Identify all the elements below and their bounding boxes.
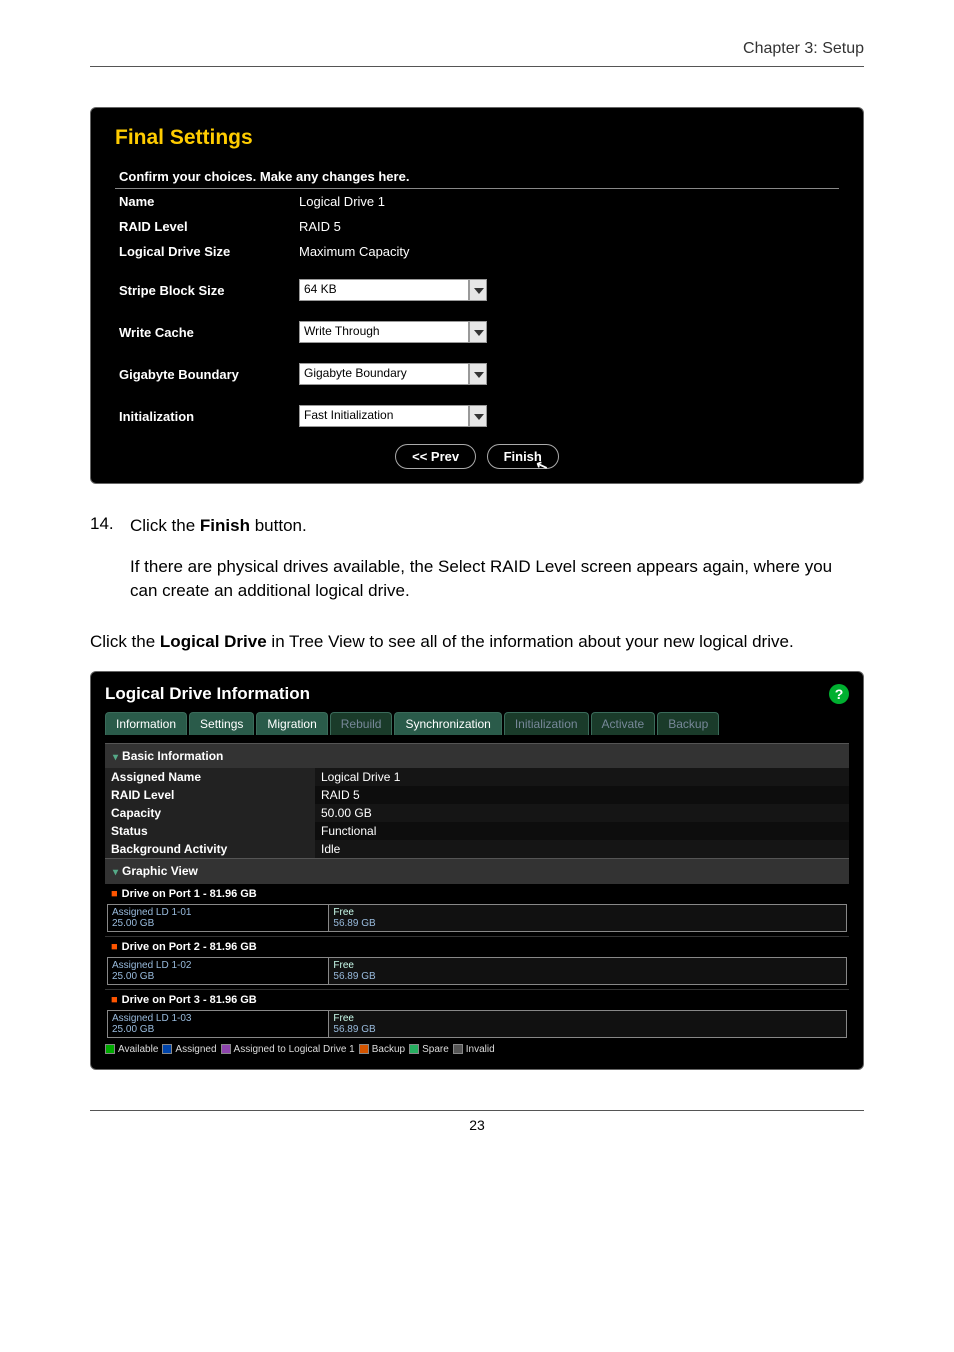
write-cache-value: Write Through xyxy=(299,321,469,343)
bg-activity-label: Background Activity xyxy=(105,840,315,858)
tab-migration[interactable]: Migration xyxy=(256,712,327,735)
disk-icon: ■ xyxy=(111,994,118,1006)
disk-icon: ■ xyxy=(111,941,118,953)
assigned-name-value: Logical Drive 1 xyxy=(315,768,849,786)
basic-info-header: ▾Basic Information xyxy=(105,743,849,768)
legend-invalid: Invalid xyxy=(453,1044,495,1055)
drive-port-2-bar: Assigned LD 1-0225.00 GB Free56.89 GB xyxy=(107,957,847,985)
drive-port-3-bar: Assigned LD 1-0325.00 GB Free56.89 GB xyxy=(107,1010,847,1038)
stripe-block-size-value: 64 KB xyxy=(299,279,469,301)
tree-view-note: Click the Logical Drive in Tree View to … xyxy=(90,630,864,655)
page-number: 23 xyxy=(90,1110,864,1133)
write-cache-label: Write Cache xyxy=(115,316,295,348)
chapter-header: Chapter 3: Setup xyxy=(90,40,864,67)
final-settings-title: Final Settings xyxy=(115,126,839,150)
finish-button[interactable]: Finish ↖ xyxy=(487,444,559,469)
final-settings-panel: Final Settings Confirm your choices. Mak… xyxy=(90,107,864,484)
drive-1-free-segment: Free56.89 GB xyxy=(329,905,846,931)
step-14-line2: If there are physical drives available, … xyxy=(130,555,864,604)
raid-level-label: RAID Level xyxy=(115,214,295,239)
assigned-name-label: Assigned Name xyxy=(105,768,315,786)
raid-level-info-value: RAID 5 xyxy=(315,786,849,804)
help-icon[interactable]: ? xyxy=(829,684,849,704)
drive-1-assigned-segment: Assigned LD 1-0125.00 GB xyxy=(108,905,329,931)
tab-activate: Activate xyxy=(591,712,656,735)
initialization-value: Fast Initialization xyxy=(299,405,469,427)
drive-port-3-header: ■Drive on Port 3 - 81.96 GB xyxy=(105,989,849,1010)
raid-level-value: RAID 5 xyxy=(295,214,839,239)
logical-drive-size-value: Maximum Capacity xyxy=(295,239,839,264)
tab-settings[interactable]: Settings xyxy=(189,712,254,735)
legend-assigned: Assigned xyxy=(162,1044,216,1055)
initialization-label: Initialization xyxy=(115,400,295,432)
legend-available: Available xyxy=(105,1044,158,1055)
basic-info-table: Assigned NameLogical Drive 1 RAID LevelR… xyxy=(105,768,849,858)
drive-port-2-header: ■Drive on Port 2 - 81.96 GB xyxy=(105,936,849,957)
legend-assigned-ld1: Assigned to Logical Drive 1 xyxy=(221,1044,355,1055)
drive-port-1-header: ■Drive on Port 1 - 81.96 GB xyxy=(105,883,849,904)
drive-2-assigned-segment: Assigned LD 1-0225.00 GB xyxy=(108,958,329,984)
logical-drive-size-label: Logical Drive Size xyxy=(115,239,295,264)
name-label: Name xyxy=(115,189,295,215)
legend: Available Assigned Assigned to Logical D… xyxy=(105,1044,849,1055)
cursor-icon: ↖ xyxy=(534,456,551,476)
final-settings-subtitle: Confirm your choices. Make any changes h… xyxy=(115,164,839,189)
graphic-view-header: ▾Graphic View xyxy=(105,858,849,883)
drive-2-free-segment: Free56.89 GB xyxy=(329,958,846,984)
ldi-tabs: Information Settings Migration Rebuild S… xyxy=(105,712,849,735)
tab-information[interactable]: Information xyxy=(105,712,187,735)
ldi-title: Logical Drive Information xyxy=(105,684,310,704)
capacity-label: Capacity xyxy=(105,804,315,822)
gigabyte-boundary-label: Gigabyte Boundary xyxy=(115,358,295,390)
gigabyte-boundary-select[interactable]: Gigabyte Boundary xyxy=(299,363,487,385)
prev-button[interactable]: << Prev xyxy=(395,444,476,469)
gigabyte-boundary-value: Gigabyte Boundary xyxy=(299,363,469,385)
drive-3-assigned-segment: Assigned LD 1-0325.00 GB xyxy=(108,1011,329,1037)
dropdown-arrow-icon[interactable] xyxy=(469,363,487,385)
capacity-value: 50.00 GB xyxy=(315,804,849,822)
status-label: Status xyxy=(105,822,315,840)
dropdown-arrow-icon[interactable] xyxy=(469,279,487,301)
legend-backup: Backup xyxy=(359,1044,405,1055)
step-14-line1: Click the Finish button. xyxy=(130,514,864,539)
disk-icon: ■ xyxy=(111,888,118,900)
tab-rebuild: Rebuild xyxy=(330,712,393,735)
tab-backup: Backup xyxy=(657,712,719,735)
step-number: 14. xyxy=(90,514,130,620)
status-value: Functional xyxy=(315,822,849,840)
name-value: Logical Drive 1 xyxy=(295,189,839,215)
drive-port-1-bar: Assigned LD 1-0125.00 GB Free56.89 GB xyxy=(107,904,847,932)
drive-3-free-segment: Free56.89 GB xyxy=(329,1011,846,1037)
write-cache-select[interactable]: Write Through xyxy=(299,321,487,343)
dropdown-arrow-icon[interactable] xyxy=(469,321,487,343)
tab-synchronization[interactable]: Synchronization xyxy=(394,712,501,735)
tab-initialization: Initialization xyxy=(504,712,589,735)
initialization-select[interactable]: Fast Initialization xyxy=(299,405,487,427)
stripe-block-size-label: Stripe Block Size xyxy=(115,274,295,306)
stripe-block-size-select[interactable]: 64 KB xyxy=(299,279,487,301)
logical-drive-info-panel: Logical Drive Information ? Information … xyxy=(90,671,864,1070)
bg-activity-value: Idle xyxy=(315,840,849,858)
chevron-down-icon: ▾ xyxy=(113,752,118,763)
legend-spare: Spare xyxy=(409,1044,449,1055)
chevron-down-icon: ▾ xyxy=(113,867,118,878)
dropdown-arrow-icon[interactable] xyxy=(469,405,487,427)
raid-level-info-label: RAID Level xyxy=(105,786,315,804)
